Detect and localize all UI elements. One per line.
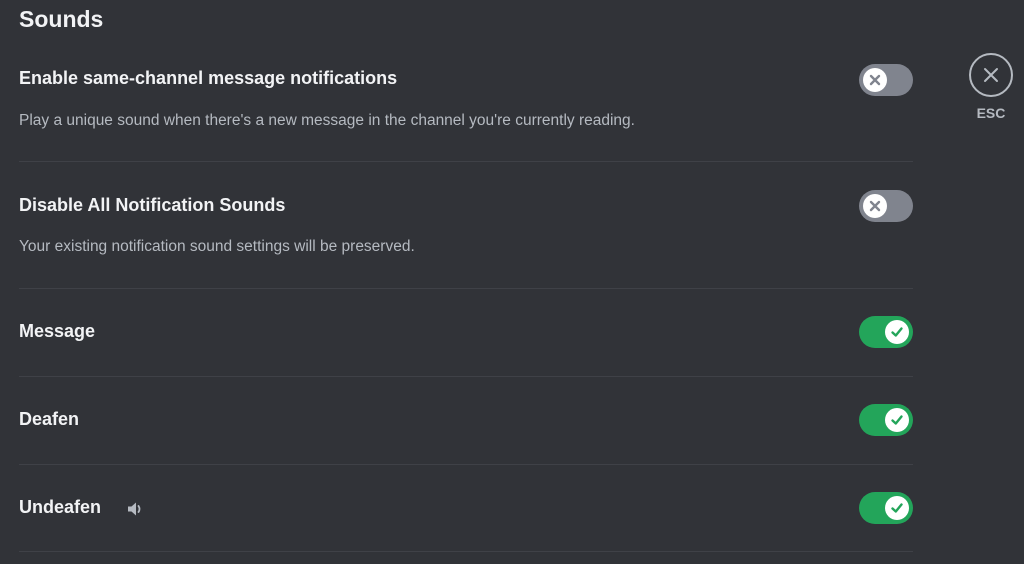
- check-icon: [891, 503, 903, 513]
- setting-label-message: Message: [19, 321, 96, 341]
- x-icon: [869, 74, 881, 86]
- esc-label: ESC: [976, 105, 1006, 121]
- toggle-knob: [863, 194, 887, 218]
- sounds-settings-page: Sounds Enable same-channel message notif…: [0, 0, 1024, 564]
- toggle-knob: [885, 408, 909, 432]
- toggle-same-channel-notifications[interactable]: [859, 64, 913, 96]
- speaker-icon[interactable]: [125, 499, 145, 519]
- setting-desc-disable-all: Your existing notification sound setting…: [19, 238, 415, 255]
- x-icon: [869, 200, 881, 212]
- toggle-knob: [885, 320, 909, 344]
- setting-desc-same-channel: Play a unique sound when there's a new m…: [19, 112, 635, 129]
- setting-label-undeafen: Undeafen: [19, 497, 102, 517]
- section-title: Sounds: [19, 6, 104, 32]
- check-icon: [891, 415, 903, 425]
- close-button[interactable]: [969, 53, 1013, 97]
- divider: [19, 376, 913, 377]
- toggle-message-sound[interactable]: [859, 316, 913, 348]
- toggle-knob: [885, 496, 909, 520]
- divider: [19, 551, 913, 552]
- setting-label-same-channel: Enable same-channel message notification…: [19, 68, 398, 88]
- setting-label-deafen: Deafen: [19, 409, 80, 429]
- divider: [19, 161, 913, 162]
- check-icon: [891, 327, 903, 337]
- divider: [19, 464, 913, 465]
- esc-container: ESC: [967, 53, 1015, 121]
- toggle-undeafen-sound[interactable]: [859, 492, 913, 524]
- setting-label-disable-all: Disable All Notification Sounds: [19, 195, 286, 215]
- toggle-knob: [863, 68, 887, 92]
- close-icon: [984, 68, 998, 82]
- toggle-deafen-sound[interactable]: [859, 404, 913, 436]
- toggle-disable-all-sounds[interactable]: [859, 190, 913, 222]
- divider: [19, 288, 913, 289]
